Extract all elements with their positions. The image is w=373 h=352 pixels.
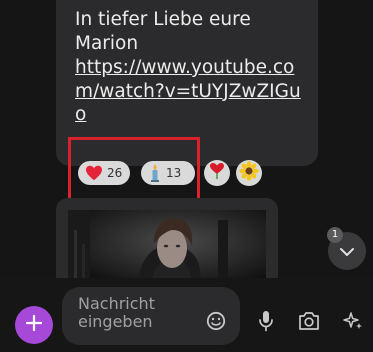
input-placeholder: Nachricht eingeben xyxy=(78,294,155,331)
annotation-highlight-box xyxy=(68,137,200,203)
reaction-red-heart[interactable] xyxy=(204,160,230,186)
unread-count-badge: 1 xyxy=(327,227,343,243)
microphone-icon xyxy=(258,310,274,336)
camera-button[interactable] xyxy=(296,311,322,335)
smiley-icon xyxy=(206,311,226,335)
youtube-link[interactable]: https://www.youtube.com/watch?v=tUYJZwZI… xyxy=(75,56,307,127)
ai-sparkle-button[interactable] xyxy=(340,311,366,335)
message-text: In tiefer Liebe eure Marion xyxy=(75,9,251,54)
plus-icon xyxy=(25,314,43,335)
sparkle-icon xyxy=(342,310,364,336)
reaction-sunflower[interactable] xyxy=(236,160,262,186)
video-thumbnail[interactable] xyxy=(68,210,266,288)
voice-message-button[interactable] xyxy=(254,310,278,336)
red-heart-flower-icon xyxy=(208,162,226,184)
sunflower-icon xyxy=(239,161,259,185)
attach-plus-button[interactable] xyxy=(15,306,53,344)
camera-icon xyxy=(298,311,320,335)
chevron-down-icon xyxy=(339,242,355,261)
emoji-button[interactable] xyxy=(204,311,228,335)
